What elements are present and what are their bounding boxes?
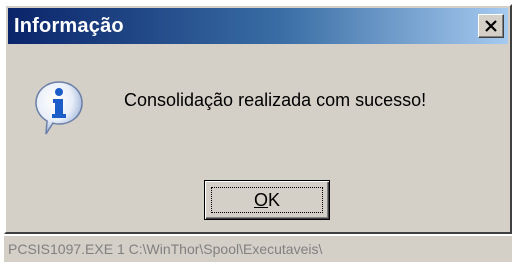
close-button[interactable] [478,14,504,38]
message-box-window: Informação Consolidação realizada com su… [4,4,512,234]
ok-button[interactable]: OK [204,180,330,220]
status-text: PCSIS1097.EXE 1 C:\WinThor\Spool\Executa… [8,241,323,257]
title-bar[interactable]: Informação [8,8,508,44]
info-icon [34,80,84,136]
dialog-canvas: Informação Consolidação realizada com su… [0,0,514,264]
ok-mnemonic: O [253,189,268,210]
close-icon [485,20,497,32]
ok-button-label: OK [254,190,280,211]
dialog-message: Consolidação realizada com sucesso! [124,90,427,110]
status-bar: PCSIS1097.EXE 1 C:\WinThor\Spool\Executa… [4,236,512,262]
window-title: Informação [14,14,124,37]
ok-label-rest: K [268,189,281,210]
